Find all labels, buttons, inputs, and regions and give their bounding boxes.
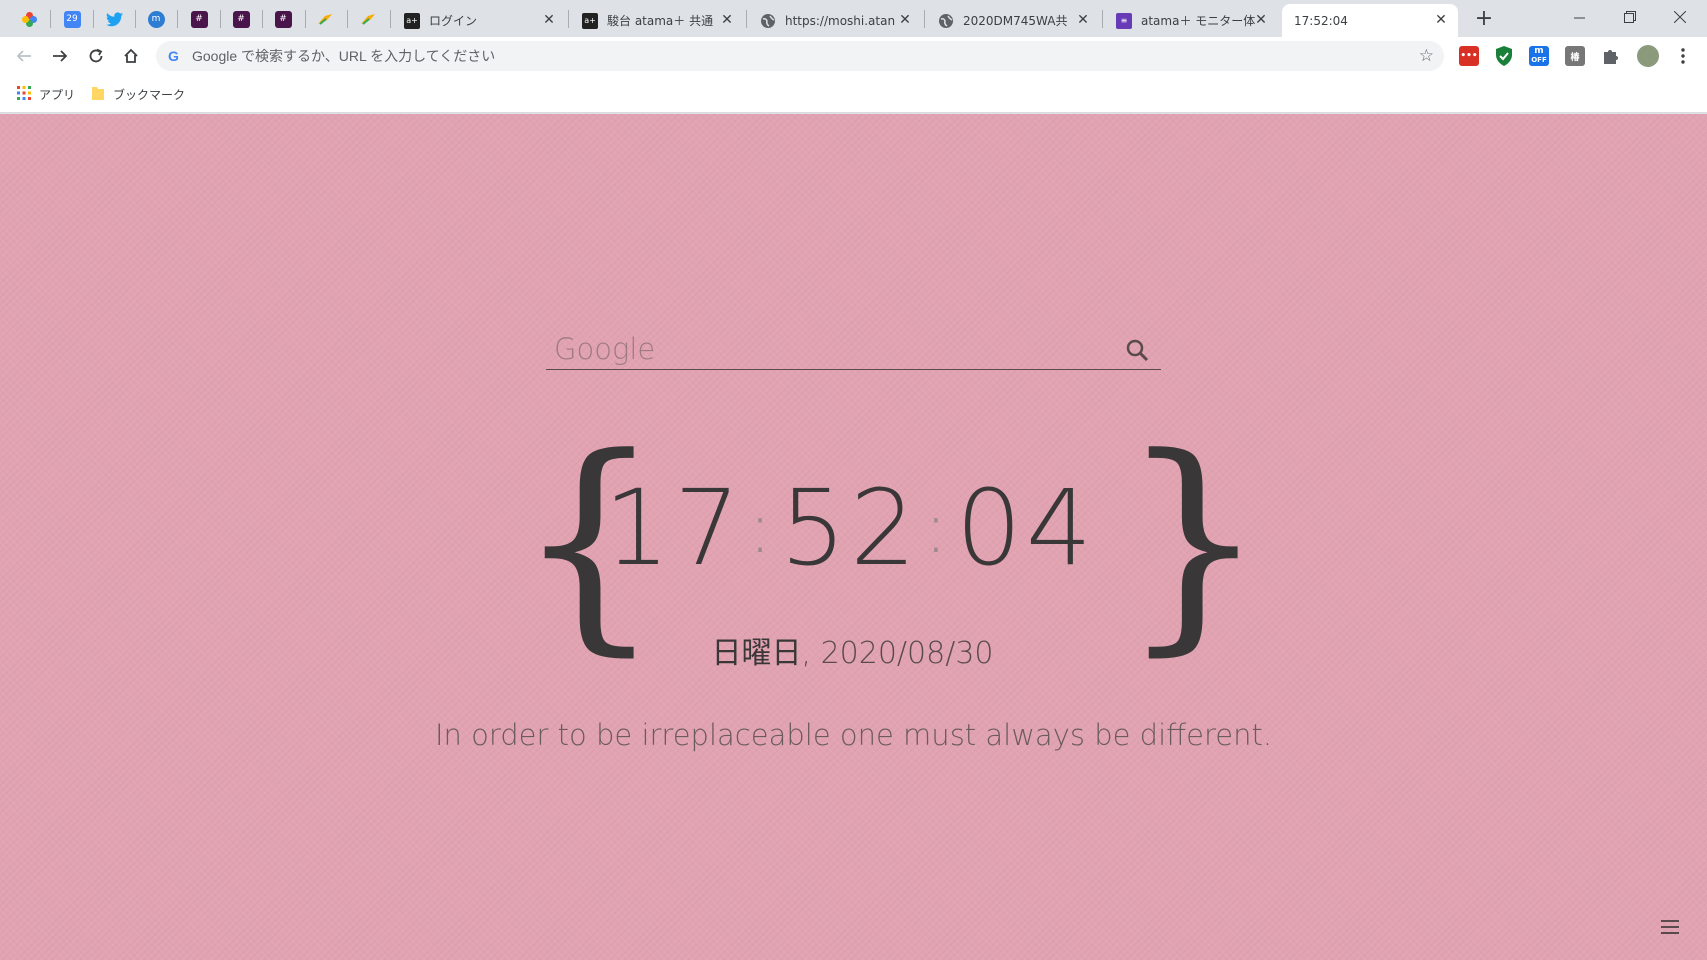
back-button[interactable] — [9, 41, 39, 71]
date-line: 日曜日, 2020/08/30 — [711, 636, 994, 671]
shield-check-icon[interactable] — [1494, 46, 1514, 66]
tab-atama-monitor[interactable]: ≡ atama＋ モニター体 ✕ — [1106, 4, 1278, 37]
forward-button[interactable] — [45, 41, 75, 71]
bookmark-folder[interactable]: ブックマーク — [91, 84, 185, 104]
kebab-menu-icon[interactable] — [1668, 41, 1698, 71]
google-search-box[interactable] — [546, 328, 1161, 370]
date-value: 2020/08/30 — [820, 636, 994, 671]
puzzle-icon[interactable] — [1601, 46, 1621, 66]
clock-display: 17 : 52 : 04 — [600, 467, 1100, 589]
close-icon[interactable]: ✕ — [541, 12, 557, 28]
clock-seconds: 04 — [955, 467, 1097, 589]
slack-icon: # — [190, 10, 208, 28]
atama-plus-icon: a+ — [582, 12, 598, 29]
right-brace-decoration: } — [1120, 409, 1267, 676]
folder-icon — [91, 85, 105, 104]
pinned-tab-photos[interactable] — [11, 4, 47, 34]
profile-avatar-icon[interactable] — [1637, 45, 1659, 67]
red-extension-icon[interactable]: ••• — [1459, 46, 1479, 66]
pinned-tab-feather-1[interactable] — [307, 4, 343, 34]
clock-minutes: 52 — [779, 467, 921, 589]
slack-icon: # — [232, 10, 250, 28]
clock-hours: 17 — [603, 467, 745, 589]
tab-sundai-atama[interactable]: a+ 駿台 atama＋ 共通 ✕ — [572, 4, 744, 37]
bookmark-apps[interactable]: アプリ — [17, 84, 75, 104]
kanji-extension-icon[interactable]: 椿 — [1565, 46, 1585, 66]
calendar-icon: 29 — [63, 10, 81, 28]
pinned-tab-m-app[interactable]: m — [138, 4, 174, 34]
forms-icon: ≡ — [1116, 12, 1132, 29]
close-window-button[interactable] — [1656, 0, 1704, 34]
clock-separator: : — [924, 487, 952, 569]
omnibox[interactable]: G ☆ — [156, 41, 1444, 71]
close-icon[interactable]: ✕ — [1253, 12, 1269, 28]
photos-pinwheel-icon — [21, 11, 38, 28]
pinned-tab-slack-2[interactable]: # — [223, 4, 259, 34]
quote-text: In order to be irreplaceable one must al… — [434, 718, 1273, 752]
tab-login[interactable]: a+ ログイン ✕ — [394, 4, 566, 37]
twitter-bird-icon — [105, 11, 123, 28]
hamburger-menu-icon[interactable] — [1661, 920, 1679, 934]
new-tab-button[interactable]: + — [1470, 5, 1498, 33]
reload-button[interactable] — [81, 41, 111, 71]
bookmark-star-icon[interactable]: ☆ — [1419, 46, 1434, 66]
pinned-tab-calendar[interactable]: 29 — [54, 4, 90, 34]
close-icon[interactable]: ✕ — [1075, 12, 1091, 28]
bookmark-folder-label: ブックマーク — [113, 87, 186, 102]
feather-icon — [360, 11, 377, 28]
omnibox-input[interactable] — [192, 41, 1372, 71]
atama-plus-icon: a+ — [404, 12, 420, 29]
m-off-icon[interactable]: m OFF — [1529, 46, 1549, 66]
weekday: 日曜日 — [711, 636, 802, 671]
globe-icon — [760, 13, 776, 29]
globe-icon — [938, 13, 954, 29]
pinned-tab-feather-2[interactable] — [350, 4, 386, 34]
slack-icon: # — [274, 10, 292, 28]
tab-moshi[interactable]: https://moshi.atan ✕ — [750, 4, 922, 37]
pinned-tab-slack-1[interactable]: # — [181, 4, 217, 34]
close-icon[interactable]: ✕ — [719, 12, 735, 28]
tab-clock-active[interactable]: 17:52:04 ✕ — [1282, 4, 1458, 37]
restore-button[interactable] — [1606, 0, 1654, 34]
feather-icon — [317, 11, 334, 28]
close-icon[interactable]: ✕ — [897, 12, 913, 28]
pinned-tab-slack-3[interactable]: # — [265, 4, 301, 34]
bookmarks-bar: アプリ ブックマーク — [0, 75, 1707, 113]
browser-toolbar: G ☆ ••• mOFF 椿 — [0, 37, 1707, 75]
close-icon[interactable]: ✕ — [1433, 12, 1449, 28]
bookmark-apps-label: アプリ — [39, 87, 76, 102]
search-input[interactable] — [554, 328, 1094, 370]
clock-separator: : — [748, 487, 776, 569]
google-g-icon: G — [168, 48, 179, 64]
new-tab-page: { } 17 : 52 : 04 日曜日, 2020/08/30 In orde… — [0, 114, 1707, 960]
pinned-tab-twitter[interactable] — [96, 4, 132, 34]
tab-2020dm745wa[interactable]: 2020DM745WA共 ✕ — [928, 4, 1100, 37]
home-button[interactable] — [116, 41, 146, 71]
tab-strip: 29 m # # # a+ ログイン ✕ a+ 駿台 atama＋ 共通 ✕ h… — [0, 0, 1707, 37]
m-app-icon: m — [147, 10, 165, 28]
minimize-button[interactable] — [1555, 0, 1603, 34]
search-icon[interactable] — [1125, 338, 1149, 362]
apps-grid-icon — [17, 85, 31, 103]
